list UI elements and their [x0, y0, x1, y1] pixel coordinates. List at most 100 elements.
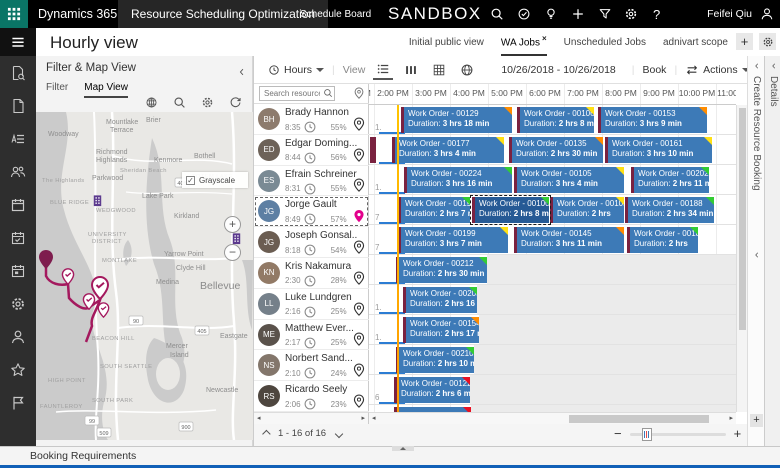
- scroll-left-icon[interactable]: ◂: [257, 415, 261, 423]
- map-refresh-button[interactable]: [229, 94, 242, 112]
- scrollbar-thumb[interactable]: [569, 415, 709, 423]
- building-icon[interactable]: [93, 195, 102, 207]
- resource-row[interactable]: JG Joseph Gonsal... 8:18 54%: [254, 227, 369, 258]
- resource-row[interactable]: NS Norbert Sand... 2:10 24%: [254, 350, 369, 382]
- details-strip[interactable]: Details: [764, 56, 780, 446]
- work-order-block[interactable]: Work Order - 00145 Duration: 3 hrs 11 mi…: [514, 227, 624, 253]
- work-order-block[interactable]: Work Order - 00210 Duration: 2 hrs 10 mi…: [396, 347, 474, 373]
- sidebar-item-star[interactable]: [0, 353, 36, 386]
- expand-panel-icon[interactable]: [770, 62, 778, 70]
- scroll-right-icon[interactable]: ▸: [729, 415, 733, 423]
- expand-panel-icon[interactable]: [753, 62, 761, 70]
- sidebar-item-page-search[interactable]: [0, 56, 36, 89]
- help-button[interactable]: ?: [653, 7, 660, 22]
- sitemap-toggle-button[interactable]: [0, 28, 36, 56]
- scroll-left-icon[interactable]: ◂: [372, 415, 376, 423]
- map-view-button[interactable]: [457, 61, 477, 79]
- work-order-block[interactable]: Work Order - 00100 Duration: 2 hrs 8 min: [470, 195, 551, 225]
- booking-requirements-bar[interactable]: Booking Requirements: [0, 446, 780, 465]
- add-booking-button[interactable]: +: [750, 414, 763, 427]
- work-order-block[interactable]: Work Order - 00101 Duration: 2 hrs: [550, 197, 624, 223]
- map-pin-icon[interactable]: [352, 209, 366, 223]
- vertical-scrollbar[interactable]: [736, 105, 747, 412]
- add-board-tab-button[interactable]: +: [736, 33, 753, 50]
- work-order-block[interactable]: Work Order - 00122 Duration: 2 hrs 6 min: [394, 377, 470, 403]
- board-tab[interactable]: Unscheduled Jobs: [564, 31, 646, 53]
- sidebar-item-page[interactable]: [0, 89, 36, 122]
- sidebar-item-list[interactable]: [0, 122, 36, 155]
- zoom-slider[interactable]: [629, 427, 726, 441]
- work-order-block[interactable]: Work Order - 00129 Duration: 3 hrs 18 mi…: [401, 107, 512, 133]
- gear-button[interactable]: [624, 7, 638, 21]
- resource-row[interactable]: JG Jorge Gault 8:49 57%: [254, 196, 369, 228]
- user-menu[interactable]: Feifei Qiu: [707, 0, 774, 28]
- map[interactable]: Woodway Mountlake Terrace Brier Richmond High…: [36, 112, 253, 440]
- filter-button[interactable]: [598, 7, 612, 21]
- expand-handle[interactable]: [392, 446, 414, 451]
- book-button[interactable]: Book: [643, 64, 667, 76]
- resource-row[interactable]: ED Edgar Doming... 8:44 56%: [254, 135, 369, 166]
- grid-view-button[interactable]: [429, 61, 449, 79]
- map-layers-button[interactable]: [145, 94, 158, 112]
- resource-row[interactable]: RS Ricardo Seely 2:06 23%: [254, 381, 369, 412]
- work-order-block[interactable]: Work Order - 00199 Duration: 3 hrs 7 min: [398, 227, 508, 253]
- collapse-panel-icon[interactable]: [237, 63, 247, 81]
- work-order-block[interactable]: Work Order - 00154 Duration: 2 hrs 17 mi…: [403, 317, 479, 343]
- tab-filter[interactable]: Filter: [46, 78, 68, 98]
- sidebar-item-flag[interactable]: [0, 386, 36, 419]
- resource-row[interactable]: ME Matthew Ever... 2:17 25%: [254, 320, 369, 351]
- scrollbar-thumb[interactable]: [739, 108, 746, 330]
- work-order-block[interactable]: Work Order - 00161 Duration: 3 hrs 10 mi…: [605, 137, 712, 163]
- task-check-button[interactable]: [517, 7, 531, 21]
- map-zoom-in-button[interactable]: +: [224, 216, 241, 233]
- sidebar-item-calendar-check[interactable]: [0, 221, 36, 254]
- map-gear-button[interactable]: [201, 94, 214, 112]
- work-order-block[interactable]: Work Order - 00202 Duration: 2 hrs 11 mi…: [631, 167, 709, 193]
- board-tab[interactable]: WA Jobs ×: [500, 28, 547, 56]
- sidebar-item-calendar[interactable]: [0, 188, 36, 221]
- resource-row[interactable]: KN Kris Nakamura 2:30 28%: [254, 258, 369, 289]
- scroll-right-icon[interactable]: ▸: [361, 415, 365, 423]
- app-name[interactable]: Resource Scheduling Optimization: [118, 0, 329, 28]
- map-pin-icon[interactable]: [352, 332, 366, 346]
- zoom-slider-thumb[interactable]: [641, 427, 652, 441]
- map-search-button[interactable]: [173, 94, 186, 112]
- column-view-button[interactable]: [401, 61, 421, 79]
- search-button[interactable]: [490, 7, 504, 21]
- tab-map-view[interactable]: Map View: [84, 78, 128, 98]
- work-order-block[interactable]: [394, 407, 471, 412]
- work-order-block[interactable]: Work Order - 00106 Duration: 2 hrs 8 min: [517, 107, 594, 133]
- work-order-block[interactable]: Work Order - 00224 Duration: 3 hrs 16 mi…: [404, 167, 512, 193]
- map-pin-icon[interactable]: [352, 240, 366, 254]
- app-launcher-button[interactable]: [0, 0, 28, 28]
- lightbulb-button[interactable]: [544, 7, 558, 21]
- map-pin-icon[interactable]: [352, 271, 366, 285]
- sidebar-item-person[interactable]: [0, 320, 36, 353]
- grayscale-toggle[interactable]: ✓ Grayscale: [182, 172, 248, 188]
- board-tab[interactable]: Initial public view: [409, 31, 484, 53]
- expand-panel-icon[interactable]: [753, 251, 761, 259]
- time-scale-dropdown[interactable]: Hours: [268, 64, 325, 76]
- board-settings-button[interactable]: [759, 33, 776, 50]
- map-pin-icon[interactable]: [352, 148, 366, 162]
- sidebar-item-gear[interactable]: [0, 287, 36, 320]
- map-pin-icon[interactable]: [352, 178, 366, 192]
- building-icon[interactable]: [232, 233, 241, 245]
- zoom-in-button[interactable]: +: [734, 427, 742, 441]
- plus-button[interactable]: [571, 7, 585, 21]
- date-range[interactable]: 10/26/2018 - 10/26/2018: [501, 64, 615, 76]
- close-tab-icon[interactable]: ×: [542, 34, 547, 43]
- map-pin-icon[interactable]: [352, 363, 366, 377]
- resource-row[interactable]: BH Brady Hannon 8:35 55%: [254, 104, 369, 135]
- map-pin-icon[interactable]: [352, 302, 366, 316]
- work-order-block[interactable]: Work Order - 00105 Duration: 3 hrs 4 min: [514, 167, 624, 193]
- map-pin-icon[interactable]: [353, 87, 365, 99]
- resource-row[interactable]: LL Luke Lundgren 2:16 25%: [254, 289, 369, 320]
- map-pin-icon[interactable]: [352, 394, 366, 408]
- map-pin-icon[interactable]: [352, 117, 366, 131]
- resource-row[interactable]: ES Efrain Schreiner 8:31 55%: [254, 166, 369, 197]
- map-zoom-out-button[interactable]: −: [224, 244, 241, 261]
- work-order-block[interactable]: Work Order - 00135 Duration: 2 hrs 30 mi…: [509, 137, 603, 163]
- work-order-block[interactable]: Work Order - 00203 Duration: 2 hrs 16 mi…: [403, 287, 477, 313]
- work-order-block[interactable]: Work Order - 00186 Duration: 2 hrs: [627, 227, 698, 253]
